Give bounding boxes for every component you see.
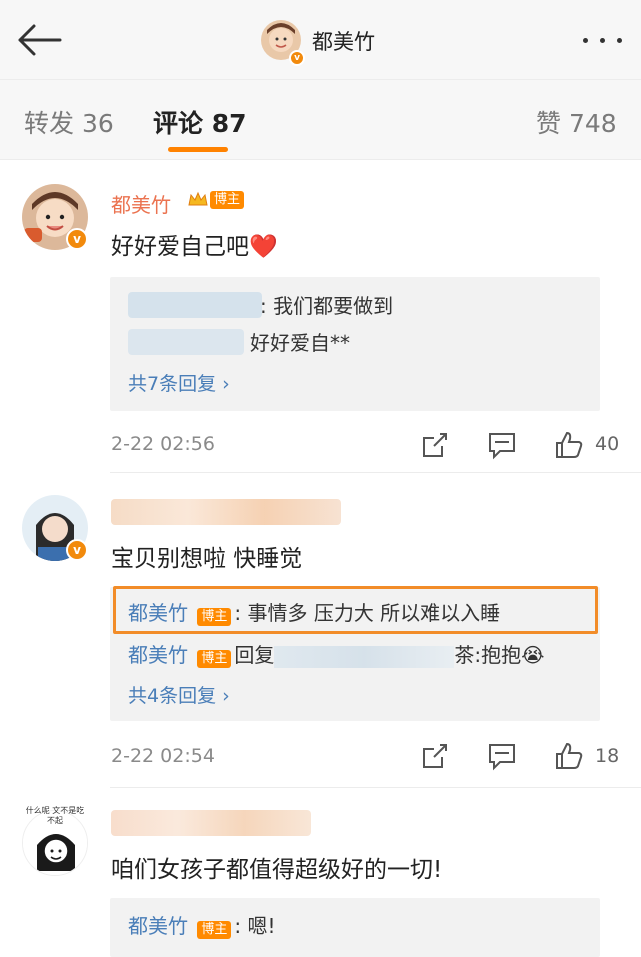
tab-comments[interactable]: 评论 87 <box>153 104 247 140</box>
tab-bar: 转发 36 评论 87 赞 748 <box>0 80 641 160</box>
verified-v-icon: v <box>289 50 305 66</box>
chevron-right-icon: › <box>222 373 230 395</box>
comment-username[interactable]: 都美竹 <box>111 193 171 217</box>
share-icon[interactable] <box>420 741 450 771</box>
thumbs-up-icon[interactable] <box>554 741 584 771</box>
more-dots-icon <box>583 38 588 43</box>
comment-timestamp: 2-22 02:54 <box>111 745 215 767</box>
host-badge: 博主 <box>210 191 245 209</box>
reply-row: 都美竹 博主 回复 茶:抱抱😭 <box>128 643 545 668</box>
avatar-caption: 什么呢 文不是吃不起 <box>25 806 85 825</box>
tab-reposts[interactable]: 转发 36 <box>24 104 114 140</box>
host-badge: 博主 <box>197 921 232 939</box>
comment-item: v 宝贝别想啦 快睡觉 都美竹 博主: 事情多 压力大 所以难以入睡 都美竹 博… <box>0 473 641 788</box>
comment-text: 宝贝别想啦 快睡觉 <box>111 546 303 572</box>
like-count: 40 <box>595 433 620 455</box>
blurred-username <box>111 499 341 525</box>
more-options-button[interactable] <box>578 26 628 54</box>
back-arrow-icon <box>18 24 62 56</box>
chevron-right-icon: › <box>222 685 230 707</box>
blurred-username <box>128 329 244 355</box>
verified-v-icon: v <box>66 539 88 561</box>
reply-text: : 嗯! <box>234 914 276 938</box>
more-replies-link[interactable]: 共7条回复 › <box>128 369 230 396</box>
share-icon[interactable] <box>420 430 450 460</box>
comment-bubble-icon[interactable] <box>487 741 517 771</box>
reply-row: 都美竹 博主: 嗯! <box>128 910 276 939</box>
comment-item: 什么呢 文不是吃不起 咱们女孩子都值得超级好的一切! 都美竹 博主: 嗯! <box>0 788 641 957</box>
tab-likes[interactable]: 赞 748 <box>536 104 617 140</box>
active-tab-indicator <box>168 147 228 152</box>
crown-icon <box>188 191 208 206</box>
host-badge: 博主 <box>197 650 232 668</box>
blurred-username <box>274 645 455 668</box>
more-replies-link[interactable]: 共4条回复 › <box>128 681 230 708</box>
reply-box[interactable]: 都美竹 博主: 嗯! <box>110 898 600 957</box>
comment-text: 好好爱自己吧❤️ <box>111 234 278 260</box>
reply-text: : 我们都要做到 <box>260 294 394 318</box>
comment-item: v 都美竹 博主 好好爱自己吧❤️ : 我们都要做到 好好爱自** 共7条回复 … <box>0 160 641 473</box>
comment-text: 咱们女孩子都值得超级好的一切! <box>111 857 443 883</box>
verified-v-icon: v <box>66 228 88 250</box>
comment-timestamp: 2-22 02:56 <box>111 433 215 455</box>
highlight-annotation <box>113 586 598 634</box>
reply-username[interactable]: 都美竹 <box>128 914 188 938</box>
thumbs-up-icon[interactable] <box>554 430 584 460</box>
reply-box[interactable]: : 我们都要做到 好好爱自** 共7条回复 › <box>110 277 600 411</box>
blurred-username <box>128 292 262 318</box>
top-nav-bar: v 都美竹 <box>0 0 641 80</box>
page-title: 都美竹 <box>312 30 375 54</box>
like-count: 18 <box>595 745 620 767</box>
reply-text: 好好爱自** <box>250 331 350 355</box>
blurred-username <box>111 810 311 836</box>
back-button[interactable] <box>14 20 66 60</box>
reply-username[interactable]: 都美竹 <box>128 643 188 667</box>
comment-bubble-icon[interactable] <box>487 430 517 460</box>
